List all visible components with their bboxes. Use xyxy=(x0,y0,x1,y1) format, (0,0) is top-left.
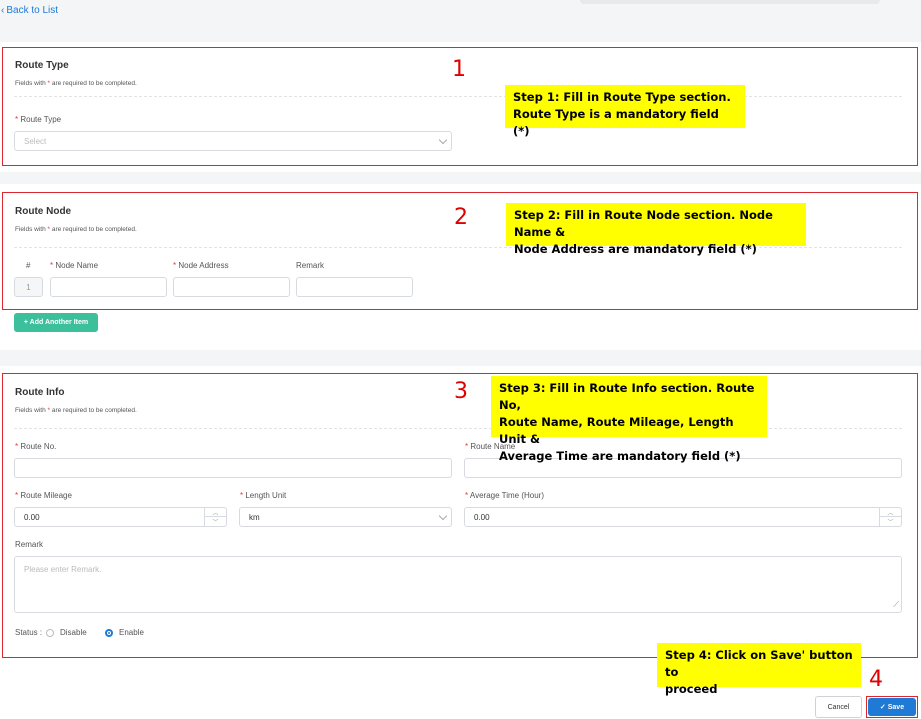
top-panel-shadow xyxy=(580,0,880,4)
back-to-list-link[interactable]: ‹ Back to List xyxy=(1,5,58,16)
annotation-box-route-info xyxy=(2,373,918,658)
callout-step-2: Step 2: Fill in Route Node section. Node… xyxy=(506,203,806,256)
callout-step-1: Step 1: Fill in Route Type section. Rout… xyxy=(505,85,745,138)
step-number-1: 1 xyxy=(452,57,466,82)
back-to-list-label: Back to List xyxy=(6,5,59,16)
callout-step-3: Step 3: Fill in Route Info section. Rout… xyxy=(491,376,767,463)
callout-step-4: Step 4: Click on Save' button to proceed xyxy=(657,643,861,696)
chevron-left-icon: ‹ xyxy=(1,5,5,16)
step-number-2: 2 xyxy=(454,205,468,230)
add-another-item-button[interactable]: + Add Another Item xyxy=(14,313,98,332)
cancel-button[interactable]: Cancel xyxy=(815,696,862,718)
step-number-4: 4 xyxy=(869,667,883,692)
step-number-3: 3 xyxy=(454,379,468,404)
annotation-box-save xyxy=(866,696,918,718)
